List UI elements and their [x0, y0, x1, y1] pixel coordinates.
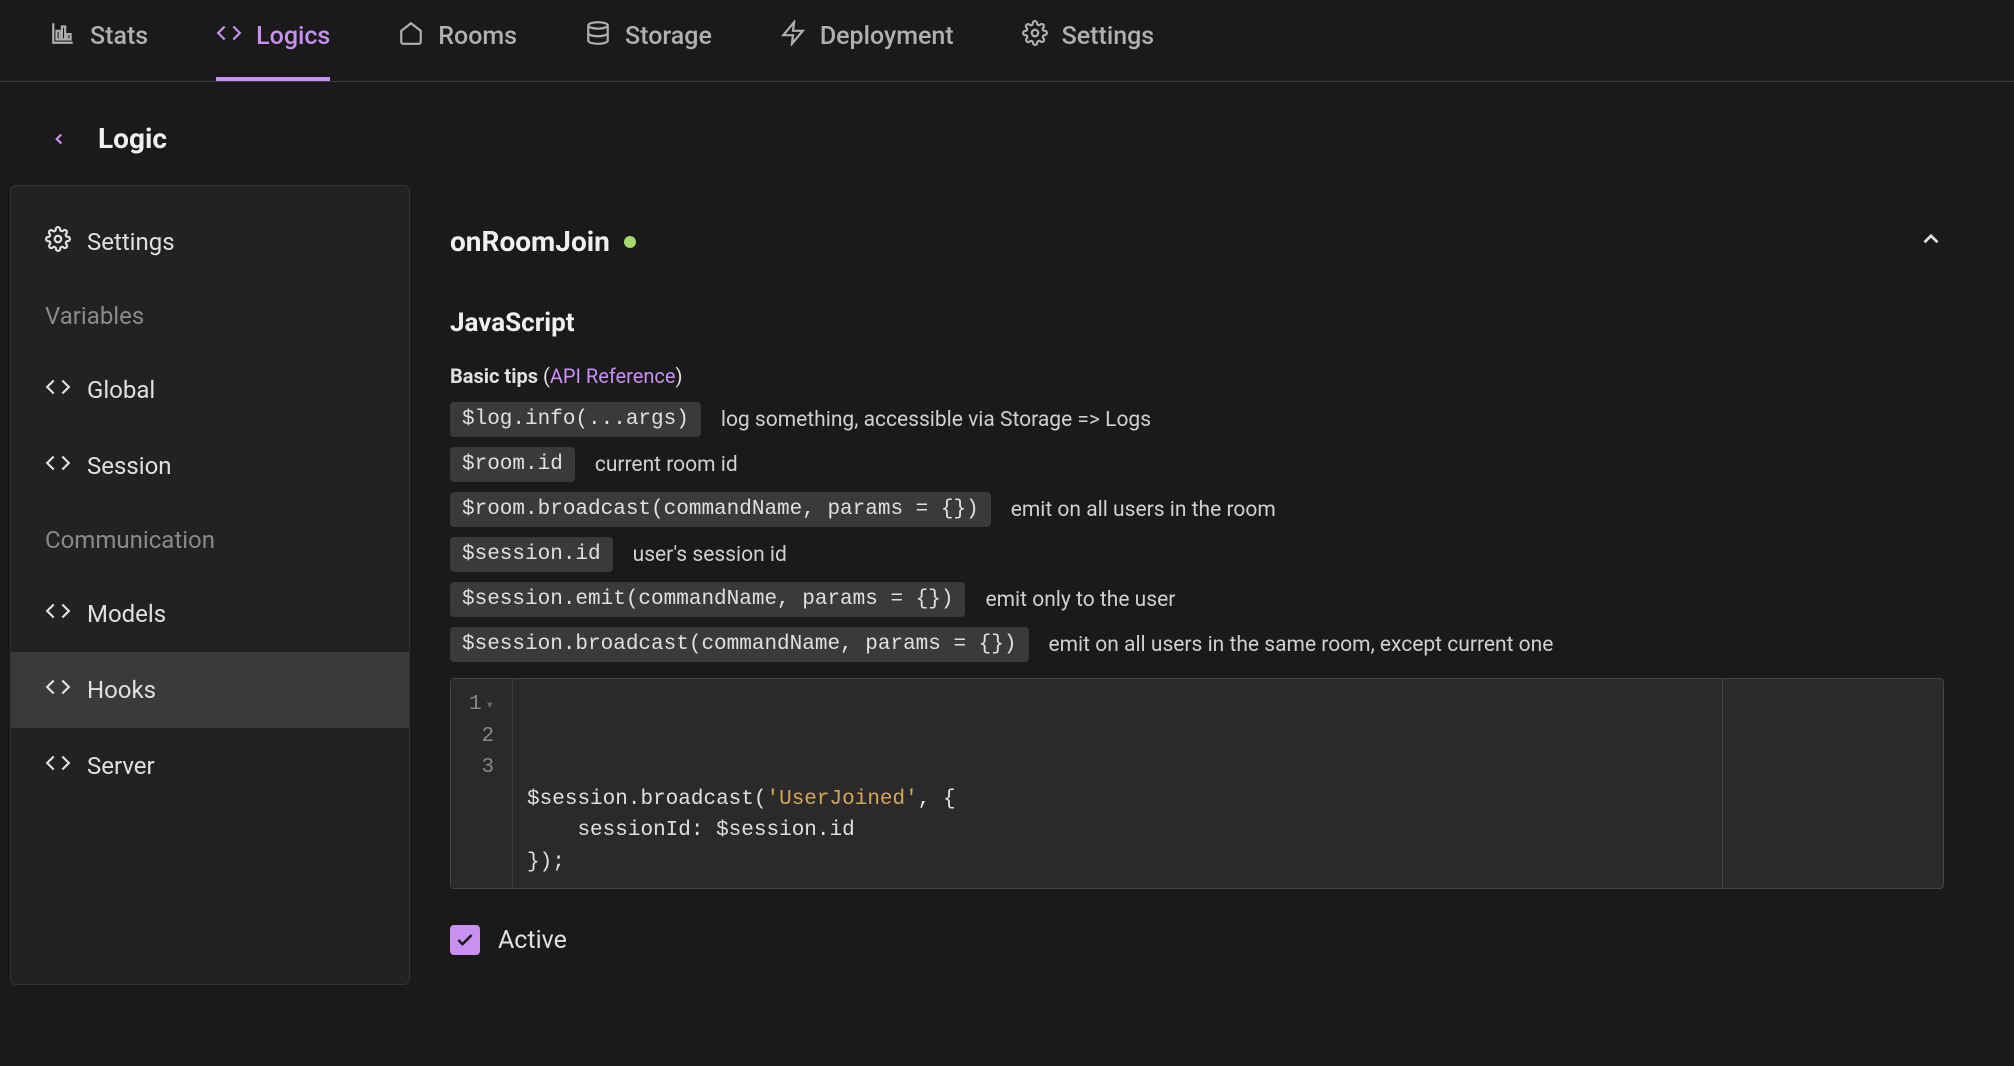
tip-code: $log.info(...args): [450, 402, 701, 437]
tab-rooms[interactable]: Rooms: [398, 20, 517, 81]
code-icon: [45, 750, 71, 782]
home-icon: [398, 20, 424, 53]
tab-label: Stats: [90, 22, 148, 51]
sidebar-item-settings[interactable]: Settings: [11, 204, 409, 280]
tab-label: Rooms: [438, 22, 517, 51]
tab-label: Settings: [1062, 22, 1155, 51]
code-editor[interactable]: 1▾23 $session.broadcast('UserJoined', { …: [450, 678, 1944, 889]
stats-icon: [50, 20, 76, 53]
sidebar-item-session[interactable]: Session: [11, 428, 409, 504]
tip-row: $session.emit(commandName, params = {}) e…: [450, 582, 1944, 617]
sidebar-item-models[interactable]: Models: [11, 576, 409, 652]
tip-desc: user's session id: [633, 543, 787, 567]
tip-desc: emit on all users in the same room, exce…: [1049, 633, 1554, 657]
code-line: });: [527, 847, 1929, 879]
sidebar-section-variables: Variables: [11, 280, 409, 352]
gear-icon: [45, 226, 71, 258]
tab-settings[interactable]: Settings: [1022, 20, 1155, 81]
tab-label: Storage: [625, 22, 712, 51]
main-panel: onRoomJoin JavaScript Basic tips (API Re…: [450, 185, 2004, 985]
tip-code: $session.id: [450, 537, 613, 572]
bolt-icon: [780, 20, 806, 53]
page-title: Logic: [98, 122, 167, 155]
sidebar-item-label: Session: [87, 452, 172, 480]
tip-row: $room.id current room id: [450, 447, 1944, 482]
sidebar-item-label: Settings: [87, 228, 175, 256]
tip-desc: log something, accessible via Storage =>…: [721, 408, 1151, 432]
sidebar-item-label: Global: [87, 376, 155, 404]
top-tabs: Stats Logics Rooms Storage Deployment Se…: [0, 0, 2014, 82]
sidebar-section-communication: Communication: [11, 504, 409, 576]
code-icon: [45, 374, 71, 406]
tab-logics[interactable]: Logics: [216, 20, 330, 81]
tab-storage[interactable]: Storage: [585, 20, 712, 81]
code-wrap-guide: [1722, 679, 1723, 888]
tip-row: $log.info(...args) log something, accessi…: [450, 402, 1944, 437]
tips-label: Basic tips: [450, 364, 538, 388]
sidebar-item-label: Server: [87, 752, 155, 780]
code-icon: [216, 20, 242, 53]
code-icon: [45, 450, 71, 482]
sidebar-item-label: Models: [87, 600, 166, 628]
tips-header: Basic tips (API Reference): [450, 364, 1944, 388]
tip-code: $session.broadcast(commandName, params =…: [450, 627, 1029, 662]
back-button[interactable]: [50, 130, 68, 148]
tab-label: Logics: [256, 22, 330, 51]
hook-header: onRoomJoin: [450, 225, 1944, 258]
gear-icon: [1022, 20, 1048, 53]
active-label: Active: [498, 926, 567, 955]
tip-desc: emit only to the user: [985, 588, 1175, 612]
code-line: $session.broadcast('UserJoined', {: [527, 784, 1929, 816]
code-line: sessionId: $session.id: [527, 815, 1929, 847]
tip-code: $session.emit(commandName, params = {}): [450, 582, 965, 617]
sidebar-item-server[interactable]: Server: [11, 728, 409, 804]
active-row: Active: [450, 925, 1944, 955]
active-checkbox[interactable]: [450, 925, 480, 955]
code-gutter: 1▾23: [451, 679, 513, 888]
sidebar-item-hooks[interactable]: Hooks: [11, 652, 409, 728]
tab-stats[interactable]: Stats: [50, 20, 148, 81]
tip-desc: current room id: [595, 453, 738, 477]
page-header: Logic: [0, 82, 2014, 185]
tips-list: $log.info(...args) log something, accessi…: [450, 402, 1944, 662]
sidebar: Settings Variables Global Session Commun…: [10, 185, 410, 985]
tip-row: $room.broadcast(commandName, params = {}…: [450, 492, 1944, 527]
tip-code: $room.id: [450, 447, 575, 482]
sidebar-item-label: Hooks: [87, 676, 156, 704]
tab-label: Deployment: [820, 22, 954, 51]
hook-title: onRoomJoin: [450, 225, 610, 258]
tip-row: $session.id user's session id: [450, 537, 1944, 572]
tab-deployment[interactable]: Deployment: [780, 20, 954, 81]
code-body[interactable]: $session.broadcast('UserJoined', { sessi…: [513, 679, 1943, 888]
status-dot-active: [624, 236, 636, 248]
code-icon: [45, 674, 71, 706]
sidebar-item-global[interactable]: Global: [11, 352, 409, 428]
tip-desc: emit on all users in the room: [1011, 498, 1276, 522]
api-reference-link[interactable]: API Reference: [550, 364, 676, 388]
tip-code: $room.broadcast(commandName, params = {}…: [450, 492, 991, 527]
tip-row: $session.broadcast(commandName, params =…: [450, 627, 1944, 662]
database-icon: [585, 20, 611, 53]
language-title: JavaScript: [450, 308, 1944, 338]
collapse-button[interactable]: [1918, 226, 1944, 257]
code-icon: [45, 598, 71, 630]
